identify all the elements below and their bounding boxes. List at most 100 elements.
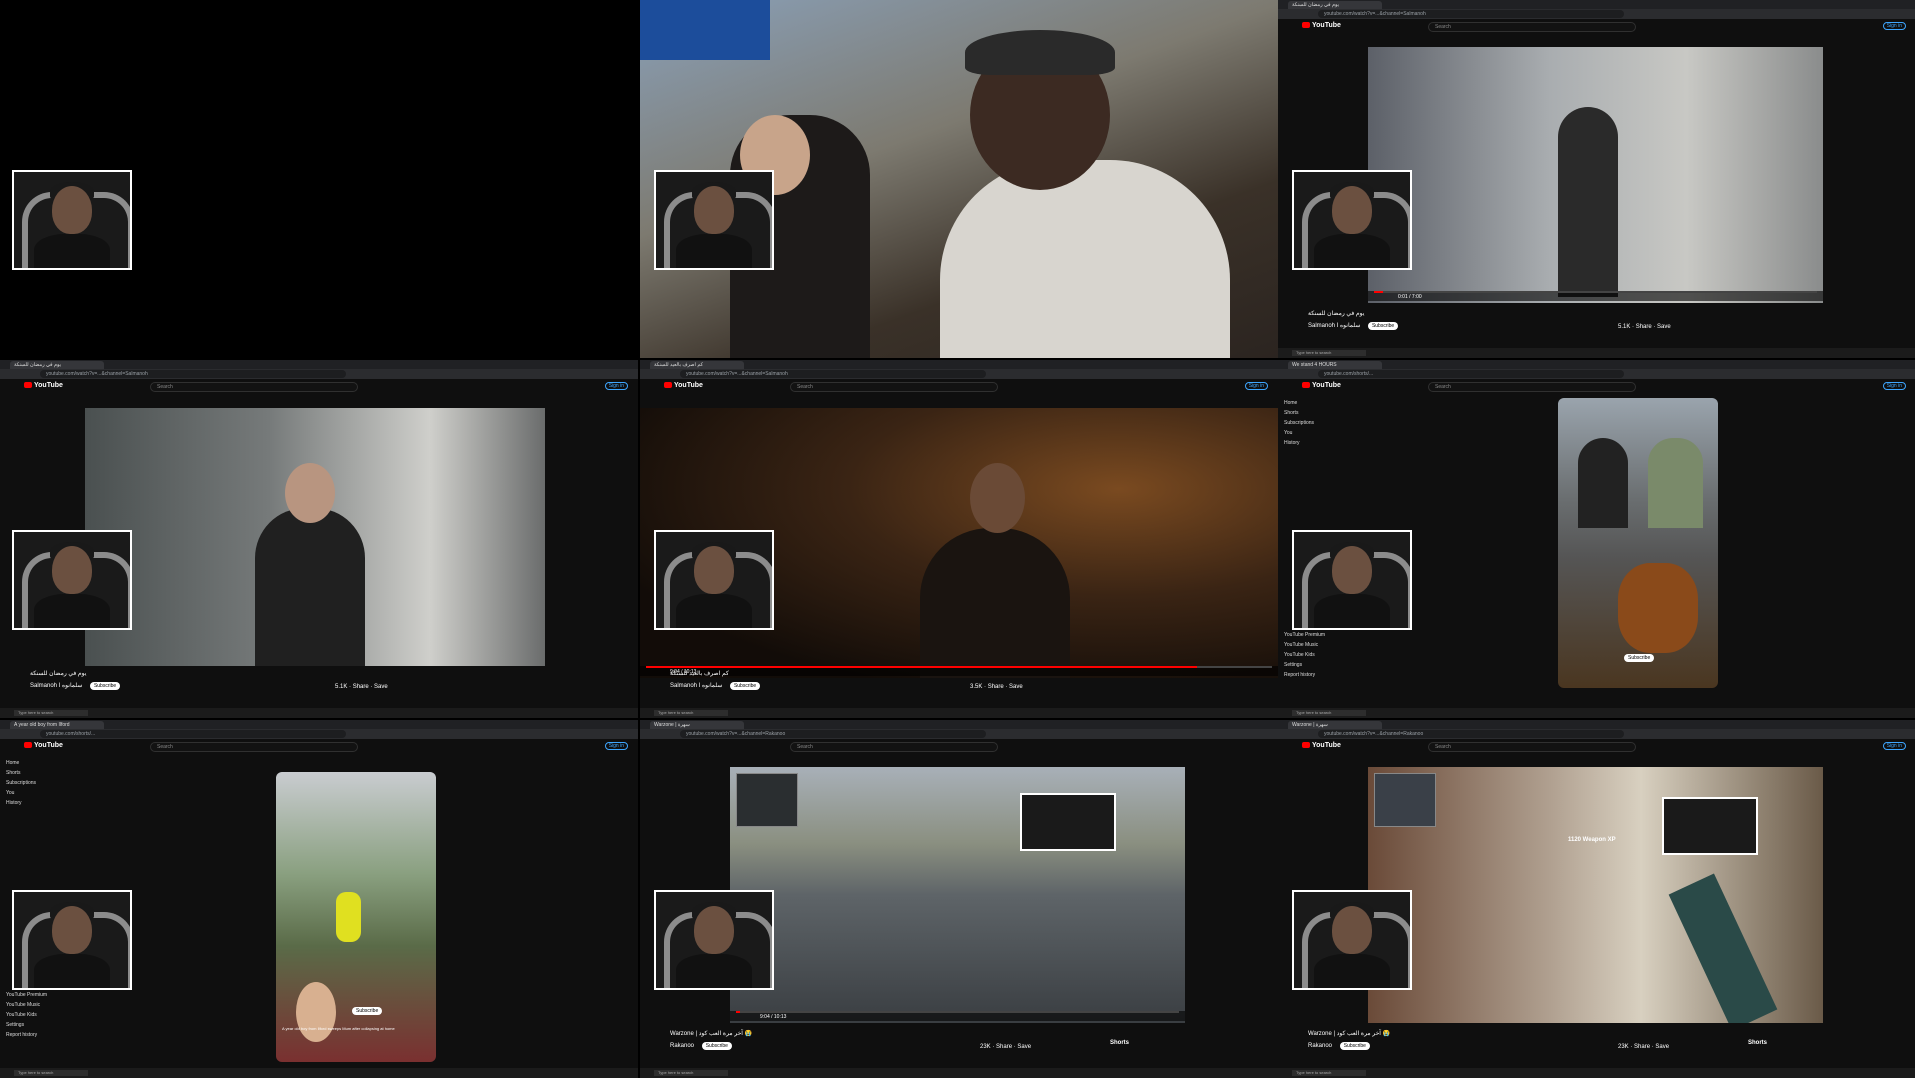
video-player[interactable]: 0:01 / 7:00 <box>1368 47 1823 303</box>
share-button[interactable]: Share <box>353 684 369 690</box>
sidebar-item-premium[interactable]: YouTube Premium <box>6 990 66 1000</box>
sidebar-item-settings[interactable]: Settings <box>6 1020 66 1030</box>
url-field[interactable]: youtube.com/watch?v=...&channel=Rakanoo <box>1318 730 1624 738</box>
search-input[interactable]: Search <box>790 382 998 392</box>
sidebar-item-settings[interactable]: Settings <box>1284 660 1344 670</box>
sign-in-button[interactable]: Sign in <box>1882 382 1906 390</box>
sidebar-item-music[interactable]: YouTube Music <box>1284 640 1344 650</box>
like-button[interactable]: 5.1K <box>335 684 347 690</box>
shorts-player[interactable]: A year old boy from Ilford sweeps Mum af… <box>276 772 436 1062</box>
browser-tab[interactable]: يوم في رمضان للسنكة <box>1288 1 1382 9</box>
search-input[interactable]: Search <box>150 742 358 752</box>
youtube-logo[interactable]: YouTube <box>1302 742 1341 749</box>
video-player[interactable]: 1120 Weapon XP <box>1368 767 1823 1023</box>
sidebar-item-report-history[interactable]: Report history <box>1284 670 1344 680</box>
sidebar-item-premium[interactable]: YouTube Premium <box>1284 630 1344 640</box>
share-button[interactable]: Share <box>1634 1044 1650 1050</box>
search-input[interactable]: Search <box>790 742 998 752</box>
shorts-player[interactable]: Subscribe <box>1558 398 1718 688</box>
like-button[interactable]: 3.5K <box>970 684 982 690</box>
taskbar-search[interactable]: Type here to search <box>1292 1070 1366 1076</box>
progress-bar[interactable] <box>646 666 1272 668</box>
youtube-logo[interactable]: YouTube <box>1302 382 1341 389</box>
subscribe-button[interactable]: Subscribe <box>89 682 121 690</box>
youtube-logo[interactable]: YouTube <box>1302 22 1341 29</box>
search-input[interactable]: Search <box>1428 742 1636 752</box>
browser-tab[interactable]: يوم في رمضان للسنكة <box>10 361 104 369</box>
sidebar-item-report-history[interactable]: Report history <box>6 1030 66 1040</box>
player-controls[interactable]: 9:04 / 10:13 <box>640 666 1278 676</box>
subscribe-button[interactable]: Subscribe <box>352 1007 383 1015</box>
channel-name[interactable]: Salmanoh I سلمانوه <box>1308 323 1360 329</box>
taskbar-search[interactable]: Type here to search <box>14 710 88 716</box>
sign-in-button[interactable]: Sign in <box>1244 382 1268 390</box>
sidebar-item-kids[interactable]: YouTube Kids <box>1284 650 1344 660</box>
sign-in-button[interactable]: Sign in <box>1882 742 1906 750</box>
progress-bar[interactable] <box>736 1011 1179 1013</box>
sidebar-item-subscriptions[interactable]: Subscriptions <box>1284 418 1344 428</box>
sidebar-item-music[interactable]: YouTube Music <box>6 1000 66 1010</box>
youtube-logo[interactable]: YouTube <box>24 742 63 749</box>
url-field[interactable]: youtube.com/watch?v=...&channel=Rakanoo <box>680 730 986 738</box>
search-input[interactable]: Search <box>150 382 358 392</box>
url-field[interactable]: youtube.com/watch?v=...&channel=Salmanoh <box>680 370 986 378</box>
subscribe-button[interactable]: Subscribe <box>729 682 761 690</box>
like-button[interactable]: 23K <box>980 1044 991 1050</box>
save-button[interactable]: Save <box>1017 1044 1031 1050</box>
share-button[interactable]: Share <box>996 1044 1012 1050</box>
like-button[interactable]: 5.1K <box>1618 324 1630 330</box>
share-button[interactable]: Share <box>988 684 1004 690</box>
url-field[interactable]: youtube.com/shorts/... <box>40 730 346 738</box>
subscribe-button[interactable]: Subscribe <box>1339 1042 1370 1050</box>
save-button[interactable]: Save <box>1009 684 1023 690</box>
player-controls[interactable]: 0:01 / 7:00 <box>1368 291 1823 301</box>
player-controls[interactable]: 9:04 / 10:13 <box>730 1011 1185 1021</box>
browser-tab[interactable]: Warzone | سهرة <box>1288 721 1382 729</box>
taskbar-search[interactable]: Type here to search <box>654 1070 728 1076</box>
taskbar-search[interactable]: Type here to search <box>1292 710 1366 716</box>
sidebar-item-history[interactable]: History <box>1284 438 1344 448</box>
channel-name[interactable]: Salmanoh I سلمانوه <box>30 683 82 689</box>
search-input[interactable]: Search <box>1428 382 1636 392</box>
url-field[interactable]: youtube.com/watch?v=...&channel=Salmanoh <box>40 370 346 378</box>
subscribe-button[interactable]: Subscribe <box>1624 654 1655 662</box>
like-button[interactable]: 23K <box>1618 1044 1629 1050</box>
sidebar-item-shorts[interactable]: Shorts <box>1284 408 1344 418</box>
browser-tab[interactable]: A year old boy from Ilford <box>10 721 104 729</box>
sidebar-item-home[interactable]: Home <box>1284 398 1344 408</box>
progress-bar[interactable] <box>1374 291 1817 293</box>
video-player[interactable] <box>85 408 545 666</box>
save-button[interactable]: Save <box>374 684 388 690</box>
sidebar-item-history[interactable]: History <box>6 798 66 808</box>
save-button[interactable]: Save <box>1657 324 1671 330</box>
channel-name[interactable]: Rakanoo <box>670 1043 694 1049</box>
taskbar-search[interactable]: Type here to search <box>654 710 728 716</box>
channel-name[interactable]: Rakanoo <box>1308 1043 1332 1049</box>
browser-tab[interactable]: Warzone | سهرة <box>650 721 744 729</box>
browser-tab[interactable]: كم اصرف بالعيد للسنكة <box>650 361 744 369</box>
subscribe-button[interactable]: Subscribe <box>701 1042 732 1050</box>
video-player[interactable]: 9:04 / 10:13 <box>730 767 1185 1023</box>
channel-name[interactable]: Salmanoh I سلمانوه <box>670 683 722 689</box>
url-field[interactable]: youtube.com/shorts/... <box>1318 370 1624 378</box>
subscribe-button[interactable]: Subscribe <box>1367 322 1399 330</box>
taskbar-search[interactable]: Type here to search <box>1292 350 1366 356</box>
browser-tab[interactable]: We stand 4 HOURS <box>1288 361 1382 369</box>
url-field[interactable]: youtube.com/watch?v=...&channel=Salmanoh <box>1318 10 1624 18</box>
sign-in-button[interactable]: Sign in <box>1882 22 1906 30</box>
search-input[interactable]: Search <box>1428 22 1636 32</box>
sign-in-button[interactable]: Sign in <box>604 742 628 750</box>
sidebar-item-kids[interactable]: YouTube Kids <box>6 1010 66 1020</box>
taskbar-search[interactable]: Type here to search <box>14 1070 88 1076</box>
youtube-logo[interactable]: YouTube <box>664 382 703 389</box>
canopy <box>640 0 770 60</box>
sidebar-item-you[interactable]: You <box>1284 428 1344 438</box>
sidebar-item-you[interactable]: You <box>6 788 66 798</box>
sign-in-button[interactable]: Sign in <box>604 382 628 390</box>
sidebar-item-shorts[interactable]: Shorts <box>6 768 66 778</box>
sidebar-item-home[interactable]: Home <box>6 758 66 768</box>
share-button[interactable]: Share <box>1636 324 1652 330</box>
save-button[interactable]: Save <box>1655 1044 1669 1050</box>
sidebar-item-subscriptions[interactable]: Subscriptions <box>6 778 66 788</box>
youtube-logo[interactable]: YouTube <box>24 382 63 389</box>
